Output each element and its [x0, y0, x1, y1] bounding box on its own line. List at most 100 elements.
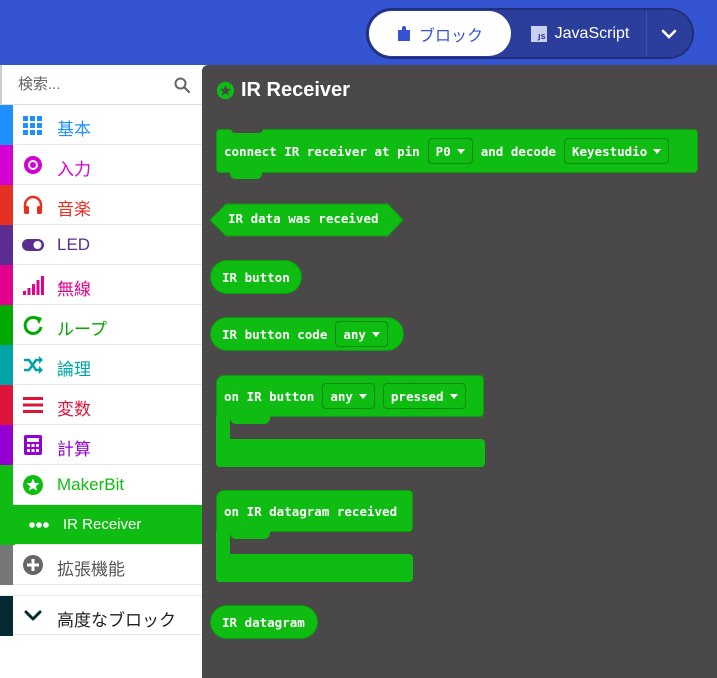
category-color-strip: [0, 265, 13, 305]
toolbox-sidebar: 基本 入力 音楽 LED 無線: [0, 65, 202, 678]
block-arm: [216, 531, 230, 556]
category-color-strip: [0, 465, 13, 505]
dropdown-arrow-icon: [456, 148, 465, 154]
category-basic[interactable]: 基本: [0, 105, 202, 145]
block-text: connect IR receiver at pin: [224, 143, 420, 159]
dropdown-arrow-icon: [449, 393, 458, 399]
block-tab: [230, 172, 262, 179]
target-icon: [24, 156, 42, 174]
block-text: IR button: [222, 269, 290, 285]
headphones-icon: [23, 195, 43, 214]
category-color-strip: [0, 185, 13, 225]
block-text: IR data was received: [228, 211, 379, 226]
dropdown-arrow-icon: [653, 148, 662, 154]
category-label: IR Receiver: [63, 516, 142, 533]
action-dropdown[interactable]: pressed: [382, 383, 466, 409]
dropdown-value: P0: [435, 143, 451, 159]
category-label: 音楽: [57, 200, 91, 219]
block-text: IR button code: [222, 326, 328, 342]
category-label: ループ: [57, 320, 107, 339]
category-label: 無線: [57, 280, 91, 299]
flyout-title-text: IR Receiver: [241, 79, 350, 101]
loop-icon: [23, 315, 43, 335]
list-icon: [23, 397, 43, 413]
block-notch: [231, 129, 263, 133]
on-ir-button-block[interactable]: on IR button any pressed: [216, 375, 484, 417]
dropdown-value: pressed: [390, 388, 444, 404]
plus-circle-icon: [23, 555, 43, 575]
dropdown-arrow-icon: [358, 393, 367, 399]
category-makerbit[interactable]: MakerBit: [0, 465, 202, 505]
protocol-dropdown[interactable]: Keyestudio: [564, 138, 670, 164]
category-logic[interactable]: 論理: [0, 345, 202, 385]
category-color-strip: [0, 545, 13, 585]
ir-datagram-block[interactable]: IR datagram: [210, 605, 318, 639]
button-code-dropdown[interactable]: any: [335, 321, 388, 347]
toggle-icon: [22, 239, 44, 251]
flyout-title: IR Receiver: [216, 79, 350, 102]
blocks-flyout: IR Receiver connect IR receiver at pin P…: [202, 65, 717, 678]
editor-dropdown-button[interactable]: [646, 11, 691, 56]
block-arm: [216, 416, 230, 441]
search-input[interactable]: [16, 75, 166, 94]
search-icon[interactable]: [174, 77, 190, 93]
category-input[interactable]: 入力: [0, 145, 202, 185]
category-label: MakerBit: [57, 475, 125, 494]
ir-button-block[interactable]: IR button: [210, 260, 302, 294]
category-color-strip: [0, 305, 13, 345]
button-dropdown[interactable]: any: [322, 383, 375, 409]
block-foot: [216, 439, 485, 467]
category-label: 論理: [57, 360, 91, 379]
block-text: on IR datagram received: [224, 503, 398, 519]
puzzle-piece-icon: [397, 25, 410, 41]
category-extensions[interactable]: 拡張機能: [0, 545, 202, 585]
category-label: 高度なブロック: [57, 611, 176, 630]
category-led[interactable]: LED: [0, 225, 202, 265]
search-bar: [0, 65, 202, 105]
shuffle-icon: [24, 356, 43, 374]
dropdown-value: any: [343, 326, 366, 342]
category-ir-receiver[interactable]: IR Receiver: [0, 505, 202, 545]
category-color-strip: [0, 345, 13, 385]
block-tab: [230, 416, 270, 424]
category-math[interactable]: 計算: [0, 425, 202, 465]
block-foot: [216, 554, 413, 582]
category-color-strip: [0, 505, 15, 545]
dots-icon: [29, 522, 49, 528]
block-text: on IR button: [224, 388, 315, 404]
category-label: 基本: [57, 120, 91, 139]
connect-ir-receiver-block[interactable]: connect IR receiver at pin P0 and decode…: [216, 129, 698, 173]
grid-icon: [23, 116, 42, 135]
category-label: 拡張機能: [57, 560, 125, 579]
top-bar: ブロック JS JavaScript: [0, 0, 717, 65]
category-color-strip: [0, 425, 13, 465]
chevron-down-icon: [24, 610, 42, 621]
category-color-strip: [0, 596, 13, 636]
category-label: 入力: [57, 160, 91, 179]
star-circle-icon: [216, 81, 235, 100]
star-circle-icon: [23, 475, 43, 495]
category-color-strip: [0, 105, 13, 145]
category-variables[interactable]: 変数: [0, 385, 202, 425]
category-color-strip: [0, 145, 13, 185]
block-text: IR datagram: [222, 614, 305, 630]
category-label: 計算: [57, 440, 91, 459]
blocks-editor-button[interactable]: ブロック: [369, 11, 511, 56]
category-label: LED: [57, 235, 91, 254]
javascript-editor-label: JavaScript: [554, 24, 630, 42]
category-advanced[interactable]: 高度なブロック: [0, 595, 202, 636]
chevron-down-icon: [661, 29, 677, 39]
category-radio[interactable]: 無線: [0, 265, 202, 305]
dropdown-value: Keyestudio: [572, 143, 648, 159]
block-tab: [230, 531, 270, 539]
javascript-editor-button[interactable]: JS JavaScript: [516, 11, 644, 56]
category-music[interactable]: 音楽: [0, 185, 202, 225]
category-loops[interactable]: ループ: [0, 305, 202, 345]
on-ir-datagram-block[interactable]: on IR datagram received: [216, 490, 413, 532]
signal-bars-icon: [23, 276, 44, 295]
ir-button-code-block[interactable]: IR button code any: [210, 317, 404, 351]
dropdown-value: any: [330, 388, 353, 404]
pin-dropdown[interactable]: P0: [427, 138, 473, 164]
dropdown-arrow-icon: [371, 331, 380, 337]
block-text: and decode: [480, 143, 556, 159]
